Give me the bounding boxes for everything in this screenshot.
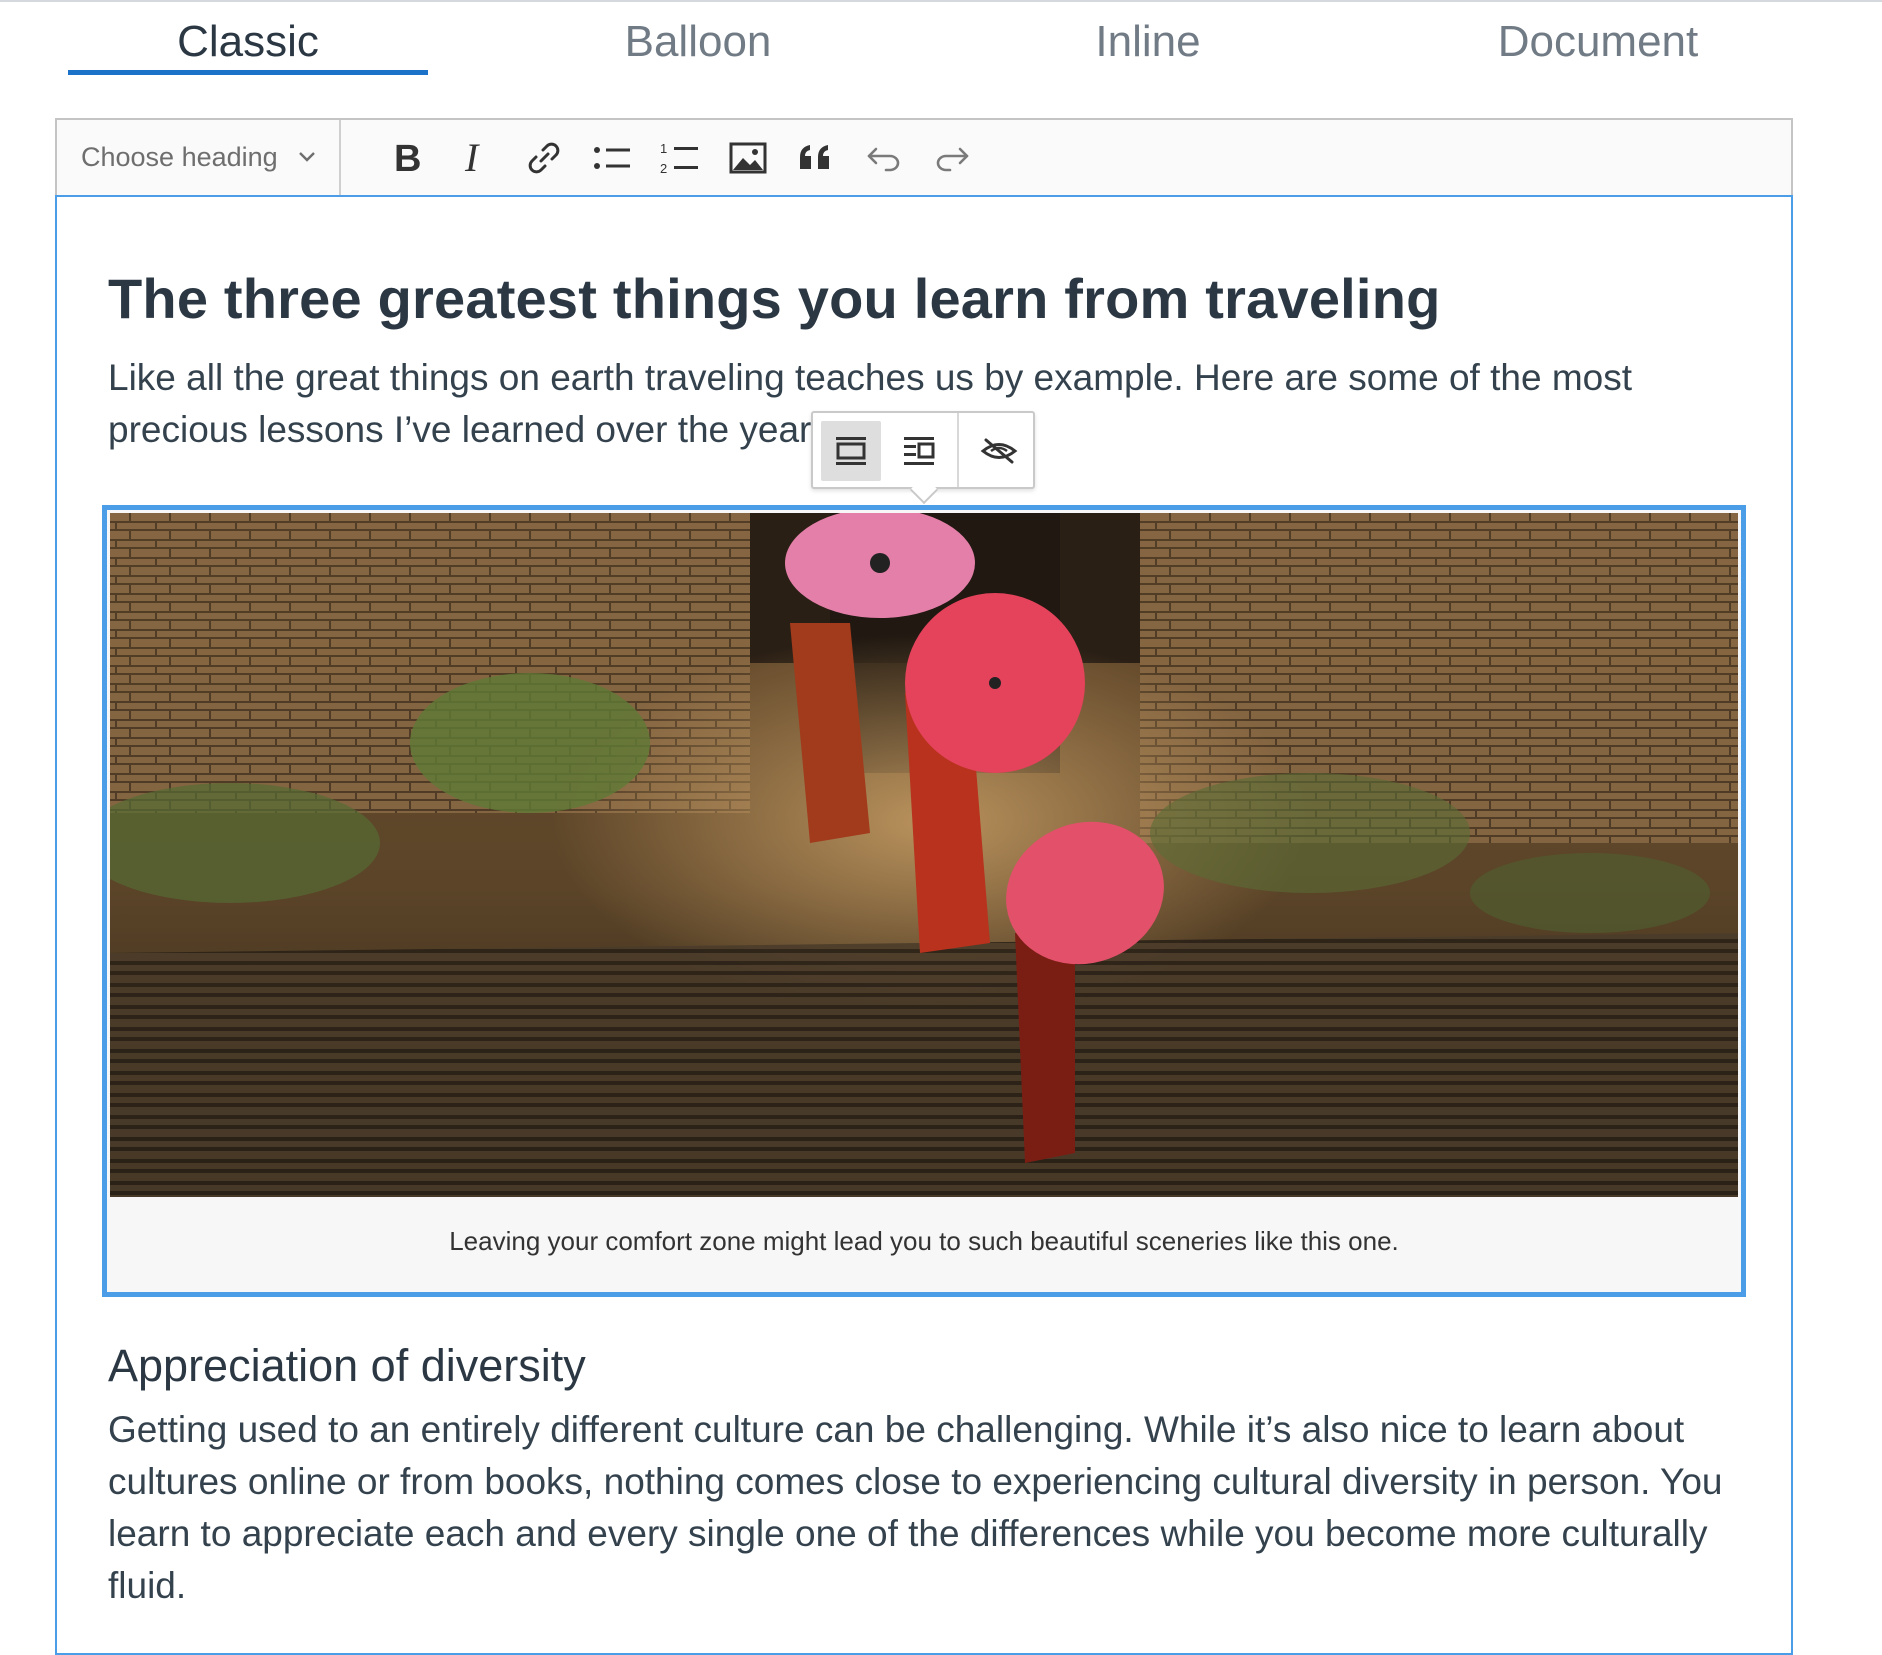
redo-button[interactable] [927,134,977,182]
tab-classic[interactable]: Classic [68,14,428,74]
side-image-button[interactable] [889,421,949,481]
tab-inline[interactable]: Inline [968,14,1328,74]
toggle-caption-icon [980,438,1018,464]
svg-text:1: 1 [660,141,667,156]
chevron-down-icon [299,152,315,162]
numbered-list-button[interactable]: 1 2 [655,134,705,182]
bulleted-list-icon [594,147,630,169]
numbered-list-icon: 1 2 [660,141,698,176]
svg-text:2: 2 [660,161,667,176]
tab-balloon[interactable]: Balloon [518,14,878,74]
redo-icon [936,147,969,172]
italic-button[interactable]: I [451,134,501,182]
section-paragraph[interactable]: Getting used to an entirely different cu… [108,1404,1768,1612]
editor-type-tabs: Classic Balloon Inline Document [0,0,1882,80]
undo-button[interactable] [859,134,909,182]
toggle-caption-button[interactable] [969,421,1029,481]
monks-umbrellas-photo [110,513,1738,1197]
image-widget[interactable]: Leaving your comfort zone might lead you… [102,505,1746,1297]
balloon-separator [957,413,959,487]
svg-text:I: I [464,139,480,177]
block-quote-button[interactable] [791,134,841,182]
full-size-image-button[interactable] [821,421,881,481]
side-image-icon [904,437,935,465]
undo-icon [867,147,900,172]
link-icon [528,142,560,174]
italic-icon: I [464,139,480,177]
document-title[interactable]: The three greatest things you learn from… [108,266,1441,331]
heading-dropdown-label: Choose heading [81,142,278,172]
editor-toolbar: Choose heading B I 1 2 [55,118,1793,197]
bulleted-list-button[interactable] [587,134,637,182]
heading-dropdown[interactable]: Choose heading [57,120,341,197]
insert-image-icon [729,142,767,174]
block-quote-icon [800,145,829,169]
full-size-image-icon [836,437,866,465]
link-button[interactable] [519,134,569,182]
active-tab-indicator [68,70,428,75]
tab-document[interactable]: Document [1418,14,1778,74]
image-caption[interactable]: Leaving your comfort zone might lead you… [107,1226,1741,1257]
bold-icon: B [394,139,421,177]
image-balloon-toolbar [811,411,1035,505]
insert-image-button[interactable] [723,134,773,182]
section-heading[interactable]: Appreciation of diversity [108,1340,586,1392]
svg-text:B: B [394,139,421,177]
bold-button[interactable]: B [383,134,433,182]
